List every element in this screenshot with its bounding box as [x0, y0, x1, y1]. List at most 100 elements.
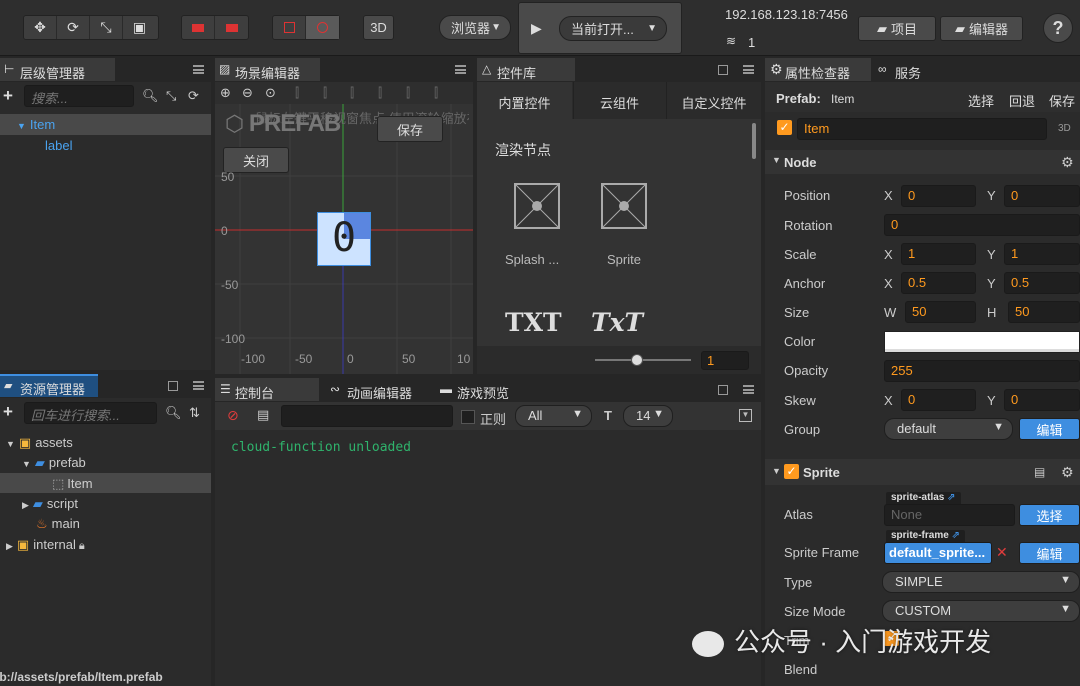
label-widget-icon[interactable]: TXT: [505, 308, 562, 337]
search-icon[interactable]: 🔍︎: [142, 88, 159, 104]
add-icon[interactable]: +: [3, 402, 13, 422]
font-size-select[interactable]: 14 ▼: [623, 405, 673, 427]
search-icon[interactable]: 🔍︎: [165, 405, 182, 421]
zoom-slider-handle[interactable]: [631, 354, 643, 366]
asset-main-scene[interactable]: ♨ main: [36, 516, 80, 532]
tab-inspector[interactable]: ⚙ 属性检查器: [765, 58, 871, 81]
zoom-in-icon[interactable]: ⊕: [220, 85, 231, 101]
sort-icon[interactable]: ⇅: [189, 405, 200, 421]
asset-prefab-folder[interactable]: ▼ ▰ prefab: [22, 455, 86, 471]
tree-item-item[interactable]: ▼ Item: [17, 117, 55, 132]
save-button[interactable]: 保存: [377, 116, 443, 142]
menu-icon[interactable]: [193, 381, 204, 390]
hierarchy-search-input[interactable]: 搜索...: [24, 85, 134, 107]
position-y-input[interactable]: 0: [1004, 185, 1080, 207]
sprite-widget-icon[interactable]: [601, 183, 647, 229]
anchor-x-input[interactable]: 0.5: [901, 272, 976, 294]
browser-select[interactable]: 浏览器 ▼: [439, 15, 511, 40]
tab-game-preview[interactable]: ▬ 游戏预览: [437, 378, 537, 401]
node-active-checkbox[interactable]: ✓: [777, 120, 792, 135]
book-icon[interactable]: ▤: [1034, 465, 1045, 479]
popout-icon[interactable]: [168, 381, 178, 391]
size-h-input[interactable]: 50: [1008, 301, 1080, 323]
add-icon[interactable]: +: [3, 86, 13, 106]
tab-console[interactable]: ☰ 控制台: [215, 378, 319, 401]
project-button[interactable]: ▰ 项目: [858, 16, 936, 41]
atlas-field[interactable]: None: [884, 504, 1015, 526]
richtext-widget-icon[interactable]: TxT: [591, 308, 643, 337]
scale-icon[interactable]: ⤡: [90, 16, 123, 39]
popout-icon[interactable]: [718, 65, 728, 75]
open-current-select[interactable]: 当前打开... ▼: [559, 16, 667, 41]
size-mode-select[interactable]: CUSTOM ▼: [882, 600, 1080, 622]
tab-scene[interactable]: ▨ 场景编辑器: [215, 58, 320, 81]
skew-x-input[interactable]: 0: [901, 389, 976, 411]
assets-search-input[interactable]: 回车进行搜索...: [24, 402, 157, 424]
expand-arrow-icon[interactable]: ▼: [772, 155, 781, 165]
regex-checkbox[interactable]: [461, 410, 475, 424]
tab-builtin[interactable]: 内置控件: [477, 82, 572, 119]
skew-y-input[interactable]: 0: [1004, 389, 1080, 411]
zoom-slider-track[interactable]: [595, 359, 691, 361]
tab-widgets[interactable]: △ 控件库: [477, 58, 575, 81]
rect-icon[interactable]: ▣: [123, 16, 156, 39]
play-icon[interactable]: ▶: [531, 20, 542, 37]
expand-arrow-icon[interactable]: ▼: [772, 466, 781, 476]
tab-cloud[interactable]: 云组件: [573, 82, 665, 119]
tab-assets[interactable]: ▰ 资源管理器: [0, 374, 98, 397]
help-button[interactable]: ?: [1043, 13, 1073, 43]
popout-icon[interactable]: [718, 385, 728, 395]
anchor-y-input[interactable]: 0.5: [1004, 272, 1080, 294]
splash-widget-icon[interactable]: [514, 183, 560, 229]
gear-icon[interactable]: ⚙: [1061, 464, 1074, 481]
scale-x-input[interactable]: 1: [901, 243, 976, 265]
sprite-frame-field[interactable]: default_sprite...: [884, 542, 992, 564]
tab-service[interactable]: ∞ 服务: [875, 58, 955, 81]
tab-hierarchy[interactable]: ⊢ 层级管理器: [0, 58, 115, 81]
size-w-input[interactable]: 50: [905, 301, 976, 323]
editor-button[interactable]: ▰ 编辑器: [940, 16, 1023, 41]
move-icon[interactable]: ✥: [24, 16, 57, 39]
clear-icon[interactable]: ⊘: [227, 407, 239, 424]
expand-arrow-icon[interactable]: ▼: [22, 459, 31, 469]
atlas-select-button[interactable]: 选择: [1019, 504, 1080, 526]
zoom-out-icon[interactable]: ⊖: [242, 85, 253, 101]
toggle-3d-button[interactable]: 3D: [363, 15, 394, 40]
prefab-select-button[interactable]: 选择: [968, 91, 994, 110]
node-name-input[interactable]: Item: [797, 118, 1047, 140]
expand-arrow-icon[interactable]: ▼: [6, 439, 15, 449]
asset-script-folder[interactable]: ▶ ▰ script: [22, 496, 78, 512]
collapse-toggle-icon[interactable]: ▼: [739, 409, 752, 422]
console-filter-input[interactable]: [281, 405, 453, 427]
align-middle-icon[interactable]: ⫿: [406, 85, 410, 101]
local-icon[interactable]: [215, 16, 248, 39]
opacity-input[interactable]: 255: [884, 360, 1080, 382]
refresh-icon[interactable]: ⟳: [188, 88, 199, 104]
menu-icon[interactable]: [743, 65, 754, 74]
color-swatch[interactable]: [884, 331, 1080, 353]
tab-animation[interactable]: ∾ 动画编辑器: [327, 378, 433, 401]
expand-arrow-icon[interactable]: ▶: [22, 500, 29, 510]
position-x-input[interactable]: 0: [901, 185, 976, 207]
tree-item-label-node[interactable]: label: [45, 138, 72, 153]
group-select[interactable]: default ▼: [884, 418, 1013, 440]
asset-row-selected[interactable]: [0, 473, 211, 493]
prefab-save-button[interactable]: 保存: [1049, 91, 1075, 110]
group-edit-button[interactable]: 编辑: [1019, 418, 1080, 440]
external-link-icon[interactable]: ⇗: [947, 492, 955, 503]
expand-arrow-icon[interactable]: ▶: [6, 541, 13, 551]
align-top-icon[interactable]: ⫿: [378, 85, 382, 101]
log-file-icon[interactable]: ▤: [257, 407, 269, 423]
tab-custom[interactable]: 自定义控件: [666, 82, 761, 119]
align-left-icon[interactable]: ⫿: [295, 85, 299, 101]
zoom-input[interactable]: 1: [701, 351, 749, 370]
snap-icon[interactable]: [273, 16, 306, 39]
selected-node-preview[interactable]: 0: [317, 212, 371, 266]
align-bottom-icon[interactable]: ⫿: [434, 85, 438, 101]
type-select[interactable]: SIMPLE ▼: [882, 571, 1080, 593]
gear-icon[interactable]: ⚙: [1061, 154, 1074, 171]
asset-internal[interactable]: ▶ ▣ internal 🔒︎: [6, 537, 85, 553]
expand-arrow-icon[interactable]: ▼: [17, 121, 26, 131]
align-right-icon[interactable]: ⫿: [350, 85, 354, 101]
scale-y-input[interactable]: 1: [1004, 243, 1080, 265]
